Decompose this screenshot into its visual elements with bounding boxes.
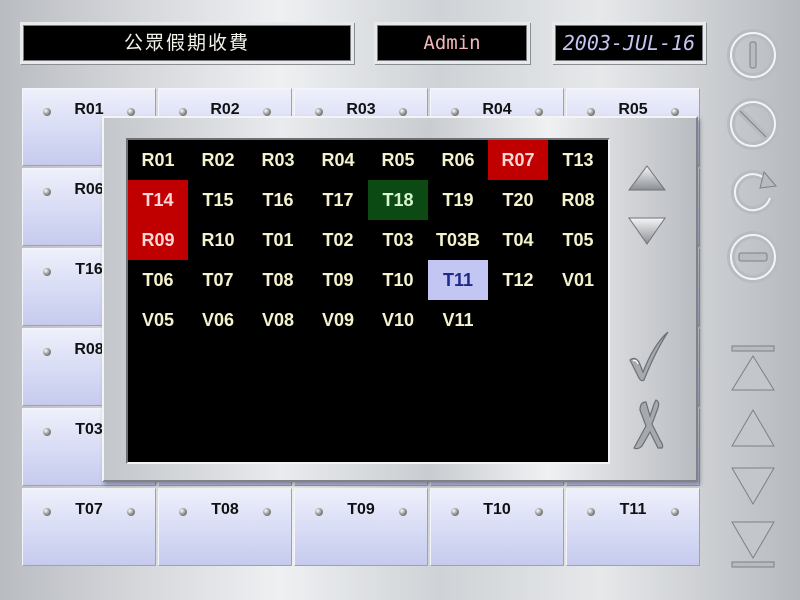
room-option[interactable]: R07 xyxy=(488,140,548,180)
minus-circle-button[interactable] xyxy=(726,230,780,284)
refresh-button[interactable] xyxy=(726,164,780,218)
room-selector-popup: R01 R02 R03 R04 R05 R06 R07 T13 T14 T15 T16 T17 T18 T… xyxy=(102,116,698,482)
room-option[interactable]: T20 xyxy=(488,180,548,220)
room-option[interactable]: T19 xyxy=(428,180,488,220)
page-up-button[interactable] xyxy=(726,402,780,456)
power-button[interactable] xyxy=(726,28,780,82)
room-option[interactable]: V09 xyxy=(308,300,368,340)
status-led-icon xyxy=(671,108,679,116)
cancel-circle-icon xyxy=(727,98,779,150)
room-option[interactable]: T01 xyxy=(248,220,308,260)
room-option[interactable]: T03B xyxy=(428,220,488,260)
scroll-down-button[interactable] xyxy=(626,214,668,248)
room-tile-label: T07 xyxy=(75,501,103,518)
room-option[interactable]: R03 xyxy=(248,140,308,180)
page-down-icon xyxy=(731,467,775,505)
scroll-up-button[interactable] xyxy=(626,162,668,196)
room-tile[interactable]: T11 xyxy=(566,488,700,566)
room-option[interactable]: R01 xyxy=(128,140,188,180)
room-option[interactable]: T03 xyxy=(368,220,428,260)
room-option[interactable]: T09 xyxy=(308,260,368,300)
room-option[interactable]: T10 xyxy=(368,260,428,300)
room-tile-label: T08 xyxy=(211,501,239,518)
page-title: 公眾假期收費 xyxy=(123,32,250,54)
last-page-button[interactable] xyxy=(726,518,780,572)
room-option[interactable]: T17 xyxy=(308,180,368,220)
current-date: 2003-JUL-16 xyxy=(562,31,696,55)
room-option[interactable]: V01 xyxy=(548,260,608,300)
room-tile[interactable]: T10 xyxy=(430,488,564,566)
room-option[interactable]: R04 xyxy=(308,140,368,180)
cancel-button[interactable] xyxy=(626,396,674,452)
room-option[interactable]: T06 xyxy=(128,260,188,300)
room-option[interactable]: T07 xyxy=(188,260,248,300)
room-tile-label: T11 xyxy=(619,501,647,518)
confirm-button[interactable] xyxy=(624,328,674,384)
status-led-icon xyxy=(671,508,679,516)
room-option[interactable]: R06 xyxy=(428,140,488,180)
status-led-icon xyxy=(263,108,271,116)
first-page-icon xyxy=(731,345,775,391)
status-led-icon xyxy=(263,508,271,516)
minus-circle-icon xyxy=(727,231,779,283)
room-option[interactable]: T11 xyxy=(428,260,488,300)
room-option[interactable]: T15 xyxy=(188,180,248,220)
room-option[interactable]: T08 xyxy=(248,260,308,300)
room-option[interactable]: R10 xyxy=(188,220,248,260)
page-up-icon xyxy=(731,409,775,447)
room-option[interactable]: V06 xyxy=(188,300,248,340)
power-icon xyxy=(727,29,779,81)
status-led-icon xyxy=(535,108,543,116)
room-option[interactable]: V11 xyxy=(428,300,488,340)
room-option[interactable]: R05 xyxy=(368,140,428,180)
date-display: 2003-JUL-16 xyxy=(552,22,706,64)
cancel-x-icon xyxy=(633,399,664,450)
room-tile[interactable]: T08 xyxy=(158,488,292,566)
scroll-down-icon xyxy=(628,217,666,245)
refresh-icon xyxy=(731,170,777,215)
first-page-button[interactable] xyxy=(726,344,780,398)
room-option[interactable]: V10 xyxy=(368,300,428,340)
room-option[interactable]: T02 xyxy=(308,220,368,260)
room-option[interactable]: T12 xyxy=(488,260,548,300)
title-display: 公眾假期收費 xyxy=(20,22,354,64)
user-name: Admin xyxy=(423,32,481,54)
page-down-button[interactable] xyxy=(726,460,780,514)
room-option[interactable]: V05 xyxy=(128,300,188,340)
room-option[interactable]: T04 xyxy=(488,220,548,260)
room-tile-label: T09 xyxy=(347,501,375,518)
room-option[interactable]: T13 xyxy=(548,140,608,180)
user-display: Admin xyxy=(374,22,530,64)
room-option[interactable]: T14 xyxy=(128,180,188,220)
scroll-up-icon xyxy=(628,165,666,191)
room-option[interactable]: T05 xyxy=(548,220,608,260)
room-option[interactable]: R02 xyxy=(188,140,248,180)
room-option[interactable]: R09 xyxy=(128,220,188,260)
room-tile[interactable]: T07 xyxy=(22,488,156,566)
room-tile-label: T10 xyxy=(483,501,511,518)
confirm-check-icon xyxy=(629,331,669,382)
cancel-circle-button[interactable] xyxy=(726,97,780,151)
room-option[interactable]: T18 xyxy=(368,180,428,220)
room-option[interactable]: V08 xyxy=(248,300,308,340)
room-list-screen: R01 R02 R03 R04 R05 R06 R07 T13 T14 T15 T16 T17 T18 T… xyxy=(126,138,610,464)
last-page-icon xyxy=(731,521,775,568)
status-led-icon xyxy=(127,508,135,516)
room-option[interactable]: T16 xyxy=(248,180,308,220)
status-led-icon xyxy=(535,508,543,516)
status-led-icon xyxy=(127,108,135,116)
room-tile[interactable]: T09 xyxy=(294,488,428,566)
status-led-icon xyxy=(399,108,407,116)
room-option[interactable]: R08 xyxy=(548,180,608,220)
status-led-icon xyxy=(399,508,407,516)
